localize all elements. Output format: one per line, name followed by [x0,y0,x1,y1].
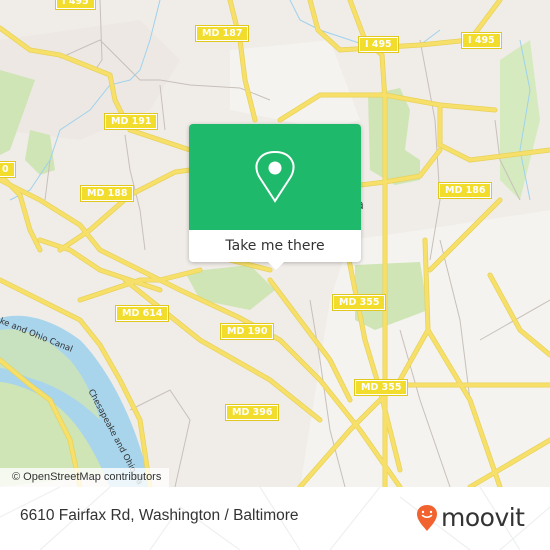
moovit-logo[interactable]: moovit [416,503,525,533]
road-shield-i495: I 495 [55,0,96,10]
park [500,40,540,200]
road-shield-i495: I 495 [461,32,502,49]
popup-header [189,124,361,230]
map-pin-icon [255,150,295,203]
take-me-there-button[interactable]: Take me there [189,230,361,262]
popup-pointer [268,262,284,270]
road-shield-md186: MD 186 [437,182,493,199]
moovit-smiley-pin-icon [417,505,437,531]
map-view[interactable]: I 495 MD 187 I 495 I 495 MD 191 0 MD 188… [0,0,550,487]
osm-attribution[interactable]: © OpenStreetMap contributors [0,468,170,487]
footer: 6610 Fairfax Rd, Washington / Baltimore … [0,487,550,550]
road-shield-md190-partial: 0 [0,161,16,178]
road-shield-i495: I 495 [358,36,399,53]
road-shield-md188: MD 188 [79,185,135,202]
location-popup: Take me there [189,124,361,270]
park [25,130,55,175]
road-shield-md355: MD 355 [331,294,387,311]
address-label: 6610 Fairfax Rd, Washington / Baltimore [20,507,299,524]
road-shield-md191: MD 191 [103,113,159,130]
road-shield-md187: MD 187 [194,25,250,42]
road-shield-md396: MD 396 [224,404,280,421]
moovit-wordmark: moovit [441,503,525,532]
park [368,88,420,185]
road-shield-md190: MD 190 [219,323,275,340]
road-shield-md614: MD 614 [114,305,170,322]
road-shield-md355: MD 355 [353,379,409,396]
